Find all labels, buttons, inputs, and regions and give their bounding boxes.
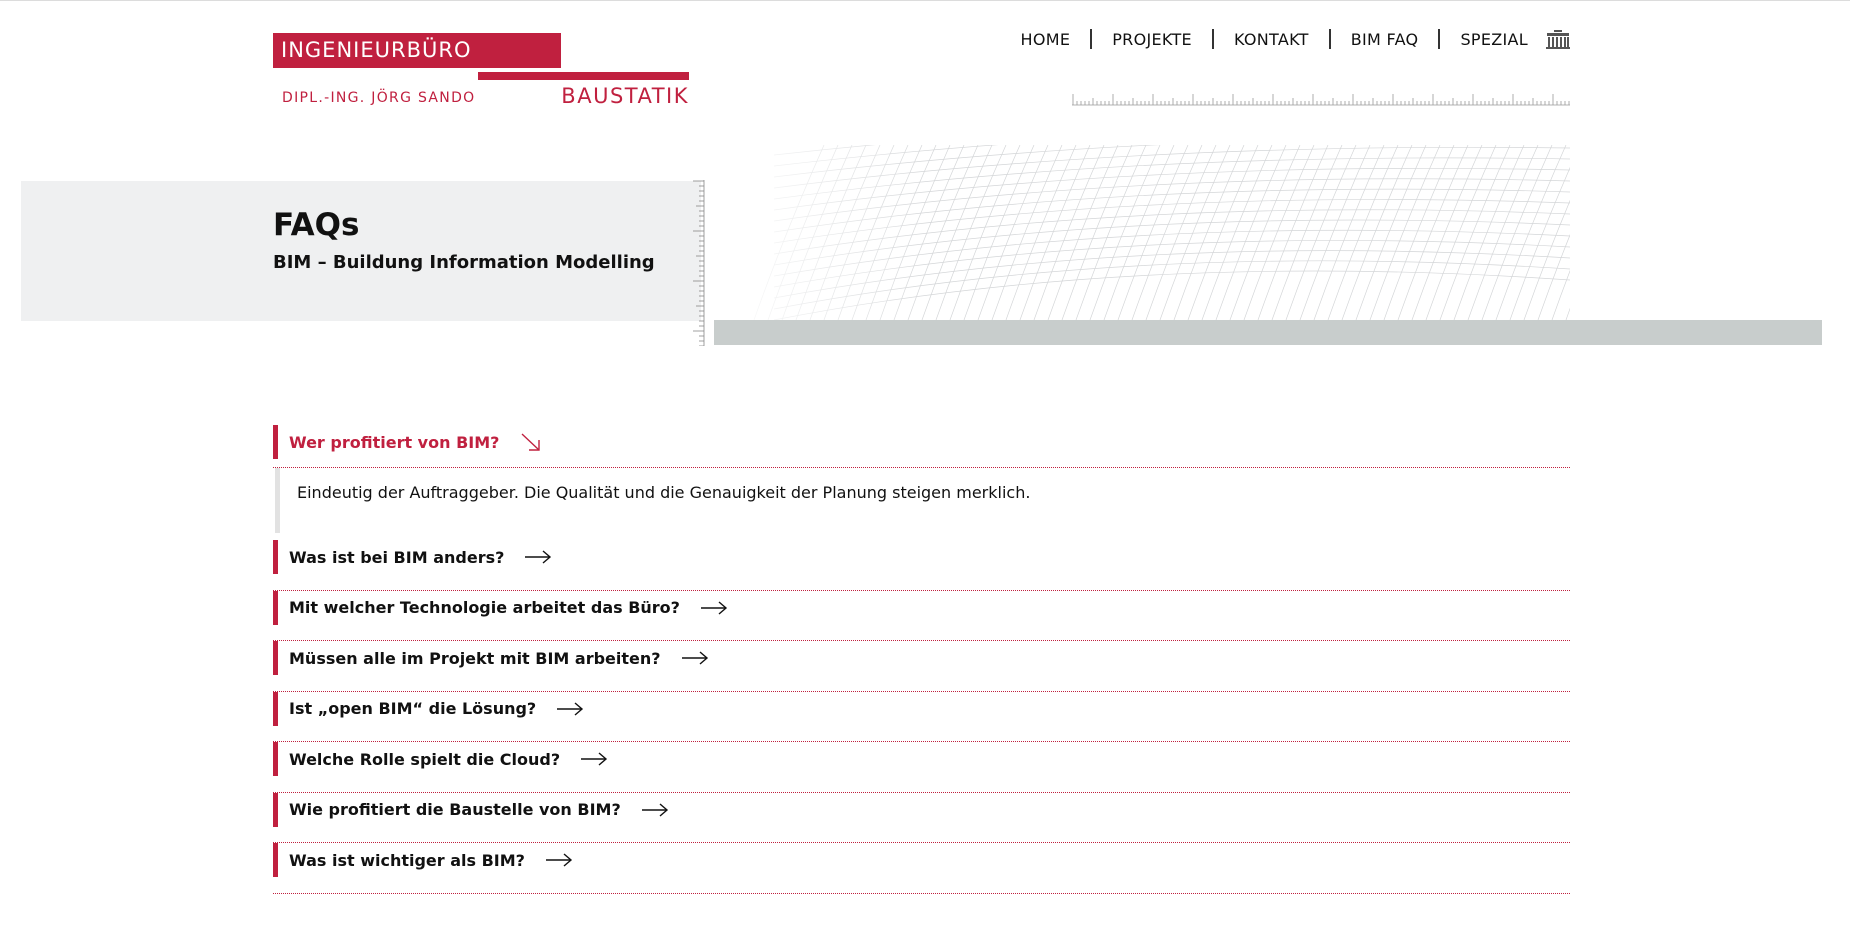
hero-panel (21, 181, 701, 321)
page-title: FAQs (273, 207, 360, 243)
hero-grid-graphic (714, 145, 1570, 320)
faq-question[interactable]: Wie profitiert die Baustelle von BIM? (273, 792, 1570, 827)
logo-box-text: INGENIEURBÜRO (273, 33, 561, 68)
faq-item: Ist „open BIM“ die Lösung? (273, 691, 1570, 742)
faq-question[interactable]: Müssen alle im Projekt mit BIM arbeiten? (273, 641, 1570, 675)
top-border (0, 0, 1850, 1)
arrow-right-icon (557, 701, 584, 716)
faq-question[interactable]: Welche Rolle spielt die Cloud? (273, 742, 1570, 776)
faq-item: Was ist bei BIM anders? (273, 540, 1570, 591)
faq-question-text: Müssen alle im Projekt mit BIM arbeiten? (289, 648, 661, 668)
logo-bar (478, 72, 689, 80)
faq-question[interactable]: Mit welcher Technologie arbeitet das Bür… (273, 590, 1570, 625)
arrow-right-icon (641, 802, 668, 817)
decorative-ruler (1072, 94, 1570, 106)
page-subtitle: BIM – Buildung Information Modelling (273, 252, 655, 273)
vertical-ruler (693, 180, 705, 346)
faq-question-open[interactable]: Wer profitiert von BIM? (273, 425, 1570, 459)
faq-item: Mit welcher Technologie arbeitet das Bür… (273, 590, 1570, 641)
faq-item: Welche Rolle spielt die Cloud? (273, 742, 1570, 793)
arrow-right-icon (525, 550, 552, 564)
faq-question-text: Ist „open BIM“ die Lösung? (289, 699, 537, 718)
nav-projekte[interactable]: PROJEKTE (1092, 30, 1212, 49)
faq-question[interactable]: Was ist wichtiger als BIM? (273, 843, 1570, 877)
faq-answer: Eindeutig der Auftraggeber. Die Qualität… (275, 468, 1570, 533)
faq-question-text: Wer profitiert von BIM? (289, 432, 500, 452)
nav-bim-faq[interactable]: BIM FAQ (1331, 30, 1439, 49)
brandenburg-gate-icon[interactable] (1546, 29, 1570, 49)
logo-main-text: BAUSTATIK (561, 84, 689, 108)
main-nav: HOME PROJEKTE KONTAKT BIM FAQ SPEZIAL (1000, 27, 1570, 51)
hero-band (714, 320, 1822, 345)
logo-sub-text: DIPL.-ING. JÖRG SANDO (282, 90, 476, 106)
arrow-right-icon (681, 651, 708, 665)
faq-question-text: Wie profitiert die Baustelle von BIM? (289, 800, 621, 819)
faq-question-text: Was ist bei BIM anders? (289, 547, 505, 567)
faq-question[interactable]: Was ist bei BIM anders? (273, 540, 1570, 574)
nav-spezial[interactable]: SPEZIAL (1440, 30, 1546, 49)
arrow-right-icon (700, 600, 728, 615)
faq-item: Was ist wichtiger als BIM? (273, 843, 1570, 894)
faq-question[interactable]: Ist „open BIM“ die Lösung? (273, 691, 1570, 726)
nav-kontakt[interactable]: KONTAKT (1214, 30, 1329, 49)
arrow-down-right-icon (521, 433, 541, 451)
faq-item: Wie profitiert die Baustelle von BIM? (273, 792, 1570, 843)
nav-home[interactable]: HOME (1000, 30, 1090, 49)
faq-question-text: Was ist wichtiger als BIM? (289, 850, 525, 870)
company-logo[interactable]: INGENIEURBÜRO DIPL.-ING. JÖRG SANDO BAUS… (273, 33, 689, 113)
arrow-right-icon (545, 853, 573, 867)
faq-item: Müssen alle im Projekt mit BIM arbeiten? (273, 641, 1570, 692)
faq-question-text: Mit welcher Technologie arbeitet das Bür… (289, 598, 680, 617)
arrow-right-icon (581, 752, 608, 766)
faq-list: Wer profitiert von BIM? Eindeutig der Au… (273, 425, 1570, 894)
faq-question-text: Welche Rolle spielt die Cloud? (289, 749, 561, 769)
faq-item: Wer profitiert von BIM? (273, 425, 1570, 468)
